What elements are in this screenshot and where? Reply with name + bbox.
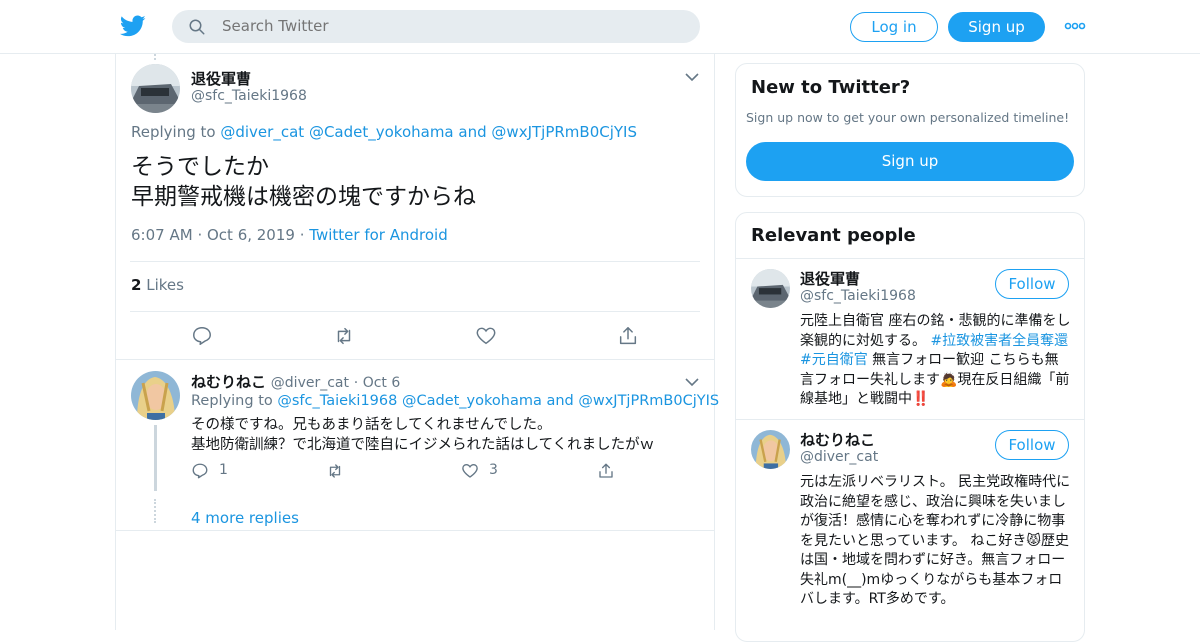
hashtag-link[interactable]: #拉致被害者全員奪還 (930, 333, 1068, 349)
tweet-actions: 1 3 (191, 462, 691, 482)
avatar[interactable] (751, 430, 790, 469)
follow-button[interactable]: Follow (995, 269, 1069, 299)
user-handle[interactable]: @sfc_Taieki1968 (191, 88, 307, 104)
tweet-date: Oct 6, 2019 (206, 226, 295, 244)
card-title: New to Twitter? (751, 77, 911, 98)
avatar[interactable] (131, 64, 180, 113)
card-title: Relevant people (751, 225, 916, 246)
reply-count: 1 (219, 462, 228, 478)
login-button[interactable]: Log in (850, 12, 938, 42)
top-bar: Log in Sign up (0, 0, 1200, 54)
tweet-time: 6:07 AM (131, 226, 193, 244)
reply-header: ねむりねこ @diver_cat · Oct 6 (191, 373, 401, 391)
mention-link[interactable]: @wxJTjPRmB0CjYIS (578, 393, 719, 409)
like-icon[interactable] (475, 325, 497, 347)
search-input[interactable] (222, 10, 682, 43)
mention-link[interactable]: @Cadet_yokohama (402, 393, 542, 409)
mention-link[interactable]: @diver_cat (220, 123, 304, 141)
retweet-icon[interactable] (333, 325, 355, 347)
relevant-people-card: Relevant people 退役軍曹 @sfc_Taieki1968 Fol… (735, 212, 1085, 642)
tweet-source-link[interactable]: Twitter for Android (309, 226, 447, 244)
user-bio: 元陸上自衛官 座右の銘・悲観的に準備をし楽観的に対処する。 #拉致被害者全員奪還… (800, 313, 1071, 407)
chevron-down-icon[interactable] (685, 72, 699, 82)
conversation-column: 退役軍曹 @sfc_Taieki1968 Replying to @diver_… (115, 54, 719, 630)
user-handle[interactable]: @sfc_Taieki1968 (800, 288, 916, 304)
thread-connector (154, 499, 156, 523)
like-icon (462, 464, 478, 478)
twitter-bird-icon[interactable] (120, 13, 146, 39)
reply-tweet[interactable]: ねむりねこ @diver_cat · Oct 6 Replying to @sf… (116, 361, 719, 531)
follow-button[interactable]: Follow (995, 430, 1069, 460)
chevron-down-icon[interactable] (685, 377, 699, 387)
reply-icon[interactable] (191, 325, 213, 347)
avatar[interactable] (751, 269, 790, 308)
like-count: 3 (489, 462, 498, 478)
signup-button[interactable]: Sign up (948, 12, 1045, 42)
tweet-meta: 6:07 AM · Oct 6, 2019 · Twitter for Andr… (131, 226, 448, 244)
mention-connector[interactable]: and (546, 393, 573, 409)
reply-icon (192, 463, 208, 479)
display-name[interactable]: 退役軍曹 (191, 68, 251, 89)
mention-link[interactable]: @wxJTjPRmB0CjYIS (491, 123, 637, 141)
more-replies-link[interactable]: 4 more replies (191, 509, 299, 527)
card-subtitle: Sign up now to get your own personalized… (746, 110, 1070, 125)
display-name[interactable]: 退役軍曹 (800, 268, 860, 289)
hashtag-link[interactable]: #元自衛官 (800, 352, 868, 368)
tweet-date[interactable]: Oct 6 (363, 375, 401, 391)
signup-card-button[interactable]: Sign up (746, 142, 1074, 181)
more-dots-icon[interactable] (1064, 18, 1086, 34)
mention-link[interactable]: @Cadet_yokohama (309, 123, 454, 141)
person-item: 退役軍曹 @sfc_Taieki1968 Follow 元陸上自衛官 座右の銘・… (736, 259, 1084, 419)
tweet-text: その様ですね。兄もあまり話をしてくれませんでした。 基地防衛訓練？で北海道で陸自… (191, 417, 655, 453)
divider (130, 311, 700, 312)
user-handle[interactable]: @diver_cat (271, 375, 349, 391)
search-box[interactable] (172, 10, 700, 43)
thread-connector (154, 425, 157, 491)
display-name[interactable]: ねむりねこ (800, 429, 875, 450)
mention-link[interactable]: @sfc_Taieki1968 (277, 393, 397, 409)
search-icon (189, 19, 205, 35)
divider (130, 261, 700, 262)
share-icon (599, 463, 613, 478)
replying-to-line: Replying to @diver_cat @Cadet_yokohama a… (131, 123, 637, 141)
signup-card: New to Twitter? Sign up now to get your … (735, 63, 1085, 197)
user-handle[interactable]: @diver_cat (800, 449, 878, 465)
share-icon[interactable] (617, 325, 639, 347)
likes-count[interactable]: 2 Likes (131, 276, 184, 294)
tweet-text: そうでしたか 早期警戒機は機密の塊ですからね (131, 154, 476, 210)
user-bio: 元は左派リベラリスト。 民主党政権時代に政治に絶望を感じ、政治に興味を失いましが… (800, 474, 1071, 607)
retweet-icon (329, 464, 341, 478)
person-item: ねむりねこ @diver_cat Follow 元は左派リベラリスト。 民主党政… (736, 420, 1084, 640)
main-tweet: 退役軍曹 @sfc_Taieki1968 Replying to @diver_… (116, 54, 714, 360)
display-name[interactable]: ねむりねこ (191, 373, 266, 391)
avatar[interactable] (131, 371, 180, 420)
replying-to-line: Replying to @sfc_Taieki1968 @Cadet_yokoh… (191, 393, 720, 409)
mention-connector[interactable]: and (458, 123, 486, 141)
